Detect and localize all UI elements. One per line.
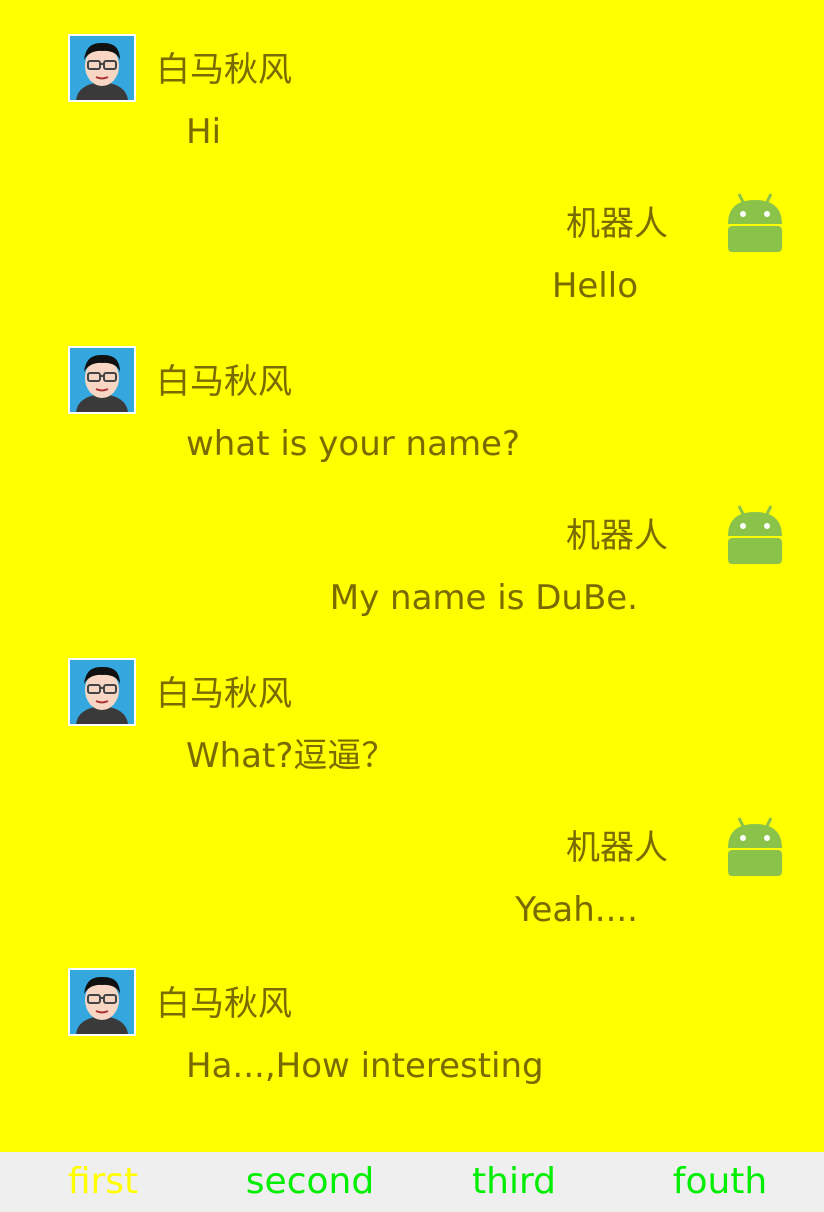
message-text: Hi: [186, 112, 222, 152]
sender-name: 白马秋风: [156, 674, 292, 714]
android-robot-icon: [726, 504, 784, 566]
tab-first[interactable]: first: [30, 1158, 176, 1206]
tab-second[interactable]: second: [232, 1158, 388, 1206]
chat-message: 机器人 Yeah....: [0, 816, 824, 936]
sender-name: 机器人: [566, 828, 668, 868]
bottom-tab-bar: first second third fouth: [0, 1152, 824, 1212]
message-text: Yeah....: [515, 890, 638, 930]
tab-fouth[interactable]: fouth: [646, 1158, 794, 1206]
message-text: What?逗逼？: [186, 736, 396, 776]
chat-list[interactable]: 白马秋风 Hi 机器人 Hello 白马秋风 what is your name…: [0, 0, 824, 1152]
user-avatar-icon: [68, 658, 136, 726]
message-text: Hello: [551, 266, 638, 306]
android-robot-icon: [726, 192, 784, 254]
chat-message: 白马秋风 Hi: [0, 34, 824, 154]
chat-message: 白马秋风 What?逗逼？: [0, 658, 824, 778]
chat-message: 白马秋风 what is your name?: [0, 346, 824, 466]
android-robot-icon: [726, 816, 784, 878]
user-avatar-icon: [68, 34, 136, 102]
message-text: Ha...,How interesting: [186, 1046, 544, 1086]
chat-message: 白马秋风 Ha...,How interesting: [0, 968, 824, 1088]
sender-name: 白马秋风: [156, 984, 292, 1024]
message-text: My name is DuBe.: [329, 578, 638, 618]
user-avatar-icon: [68, 968, 136, 1036]
sender-name: 白马秋风: [156, 362, 292, 402]
chat-message: 机器人 Hello: [0, 192, 824, 312]
chat-message: 机器人 My name is DuBe.: [0, 504, 824, 624]
message-text: what is your name?: [186, 424, 521, 464]
user-avatar-icon: [68, 346, 136, 414]
sender-name: 机器人: [566, 516, 668, 556]
sender-name: 机器人: [566, 204, 668, 244]
tab-third[interactable]: third: [440, 1158, 588, 1206]
sender-name: 白马秋风: [156, 50, 292, 90]
